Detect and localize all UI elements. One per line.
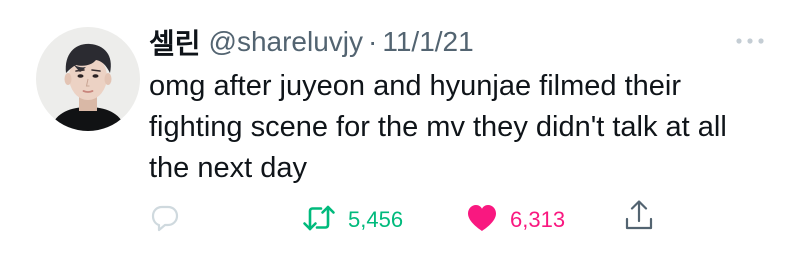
separator-dot: ·: [368, 26, 378, 57]
like-button[interactable]: 6,313: [466, 203, 565, 237]
more-icon[interactable]: [734, 31, 766, 51]
reply-button[interactable]: [150, 203, 180, 237]
heart-icon: [466, 203, 498, 238]
share-icon: [624, 198, 654, 237]
retweet-button[interactable]: 5,456: [302, 203, 403, 237]
share-button[interactable]: [624, 198, 654, 237]
retweet-count: 5,456: [348, 207, 404, 232]
display-name[interactable]: 셀린: [149, 22, 201, 62]
like-count: 6,313: [510, 207, 566, 232]
tweet-text: omg after juyeon and hyunjae filmed thei…: [149, 70, 727, 184]
avatar[interactable]: [36, 27, 140, 131]
user-handle[interactable]: @shareluvjy: [209, 26, 363, 58]
tweet[interactable]: 셀린 @shareluvjy · 11/1/21 omg after juyeo…: [0, 0, 789, 262]
tweet-header: 셀린 @shareluvjy · 11/1/21: [149, 22, 474, 62]
tweet-date[interactable]: 11/1/21: [382, 26, 473, 58]
retweet-icon: [302, 204, 336, 237]
reply-icon: [150, 204, 180, 237]
